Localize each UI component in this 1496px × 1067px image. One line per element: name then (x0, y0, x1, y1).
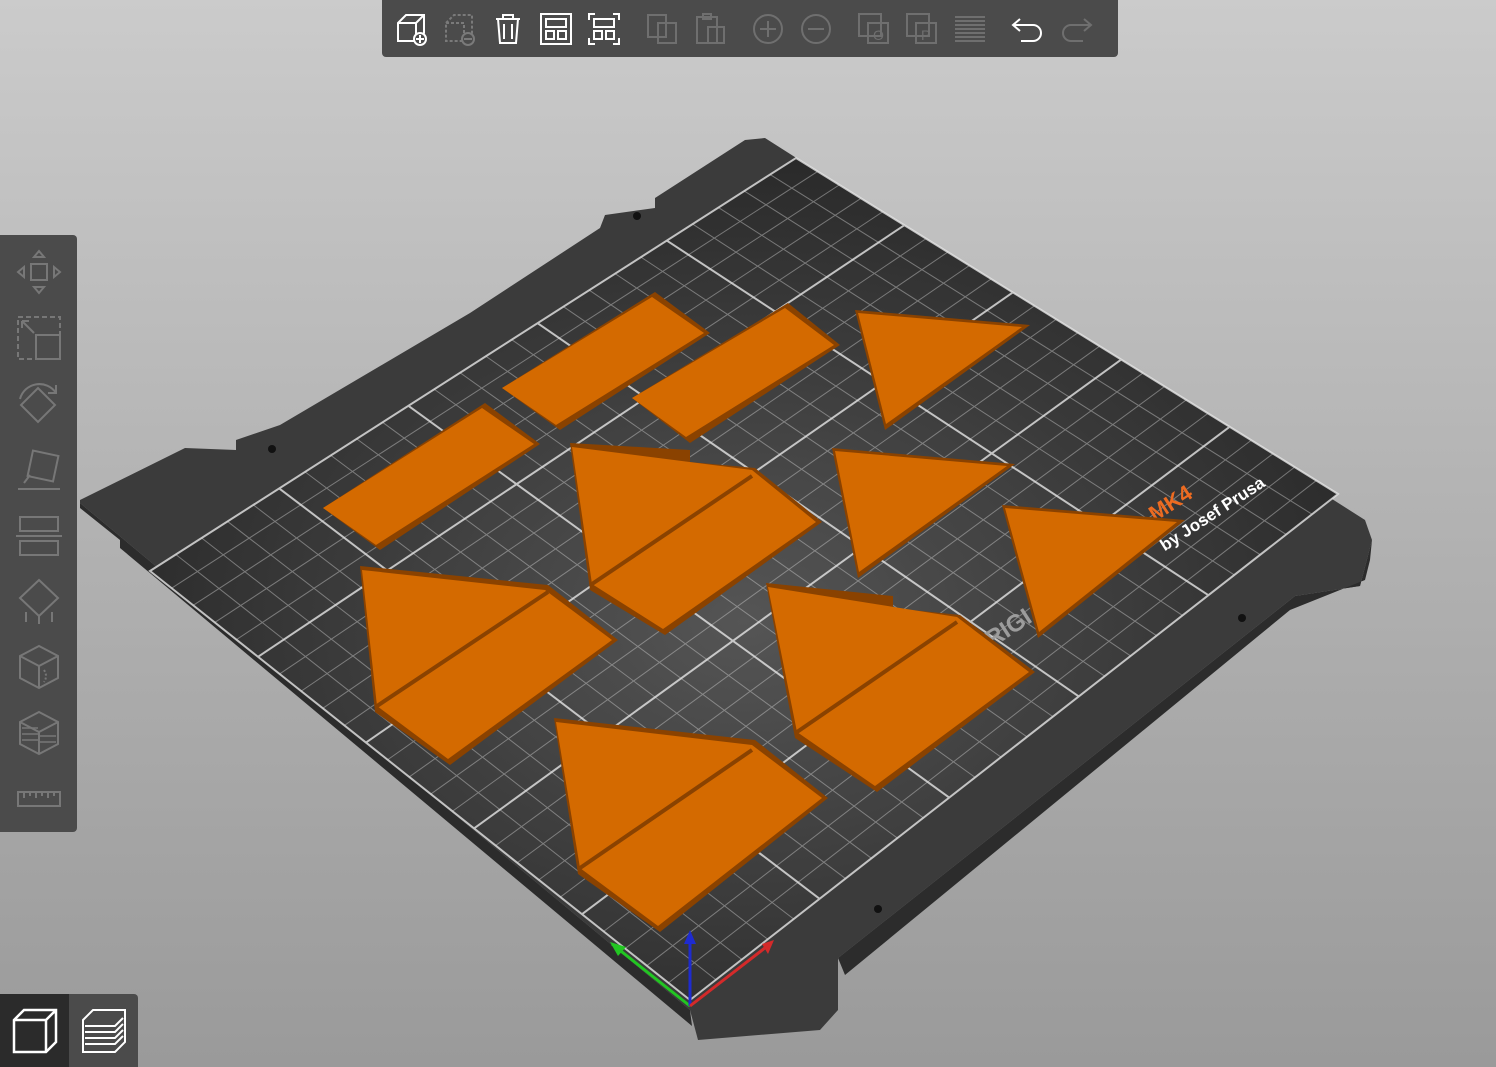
redo-icon (1062, 17, 1093, 42)
cut-icon (15, 515, 62, 556)
add-instance-button[interactable] (744, 5, 792, 53)
viewport-3d[interactable]: MK4 by Josef Prusa RIGI (0, 0, 1496, 1067)
paste-icon (696, 12, 725, 44)
place-on-face-button[interactable] (6, 437, 72, 503)
left-toolbar (0, 235, 77, 832)
split-to-objects-button[interactable]: O (850, 5, 898, 53)
layer-editing-button[interactable] (946, 5, 994, 53)
copy-icon (647, 13, 677, 44)
undo-icon (1011, 17, 1042, 42)
rotate-tool-button[interactable] (6, 371, 72, 437)
split-objects-icon: O (858, 12, 889, 44)
arrange-selection-button[interactable] (580, 5, 628, 53)
arrange-icon (540, 12, 572, 45)
scale-icon (16, 315, 61, 360)
view-preview-button[interactable] (69, 994, 138, 1067)
remove-instance-button[interactable] (792, 5, 840, 53)
add-object-icon (397, 13, 427, 46)
scale-tool-button[interactable] (6, 305, 72, 371)
cut-tool-button[interactable] (6, 503, 72, 569)
arrange-button[interactable] (532, 5, 580, 53)
view-switch (0, 994, 138, 1067)
move-tool-button[interactable] (6, 239, 72, 305)
cube-icon (12, 1008, 57, 1053)
minus-circle-icon (801, 13, 831, 44)
delete-all-button[interactable] (484, 5, 532, 53)
top-toolbar: O P (382, 0, 1118, 57)
undo-button[interactable] (1004, 5, 1052, 53)
seam-painting-icon (18, 645, 59, 690)
paste-button[interactable] (686, 5, 734, 53)
ruler-icon (16, 791, 61, 808)
delete-object-button[interactable] (436, 5, 484, 53)
mmu-painting-icon (18, 711, 59, 756)
copy-button[interactable] (638, 5, 686, 53)
delete-object-icon (445, 13, 475, 46)
add-object-button[interactable] (388, 5, 436, 53)
support-painting-button[interactable] (6, 568, 72, 634)
redo-button[interactable] (1052, 5, 1100, 53)
support-painting-icon (18, 579, 59, 625)
svg-text:O: O (873, 27, 884, 43)
mmu-painting-button[interactable] (6, 700, 72, 766)
split-parts-icon: P (906, 12, 937, 44)
view-3d-button[interactable] (0, 994, 69, 1067)
plus-circle-icon (753, 13, 783, 44)
layers-stack-icon (81, 1008, 126, 1053)
seam-painting-button[interactable] (6, 634, 72, 700)
arrange-selection-icon (588, 12, 620, 45)
move-icon (15, 249, 62, 295)
measure-tool-button[interactable] (6, 766, 72, 832)
trash-icon (496, 13, 520, 44)
split-to-parts-button[interactable]: P (898, 5, 946, 53)
svg-text:P: P (921, 27, 930, 43)
layers-icon (955, 15, 985, 42)
rotate-icon (18, 382, 57, 424)
place-on-face-icon (17, 449, 60, 490)
